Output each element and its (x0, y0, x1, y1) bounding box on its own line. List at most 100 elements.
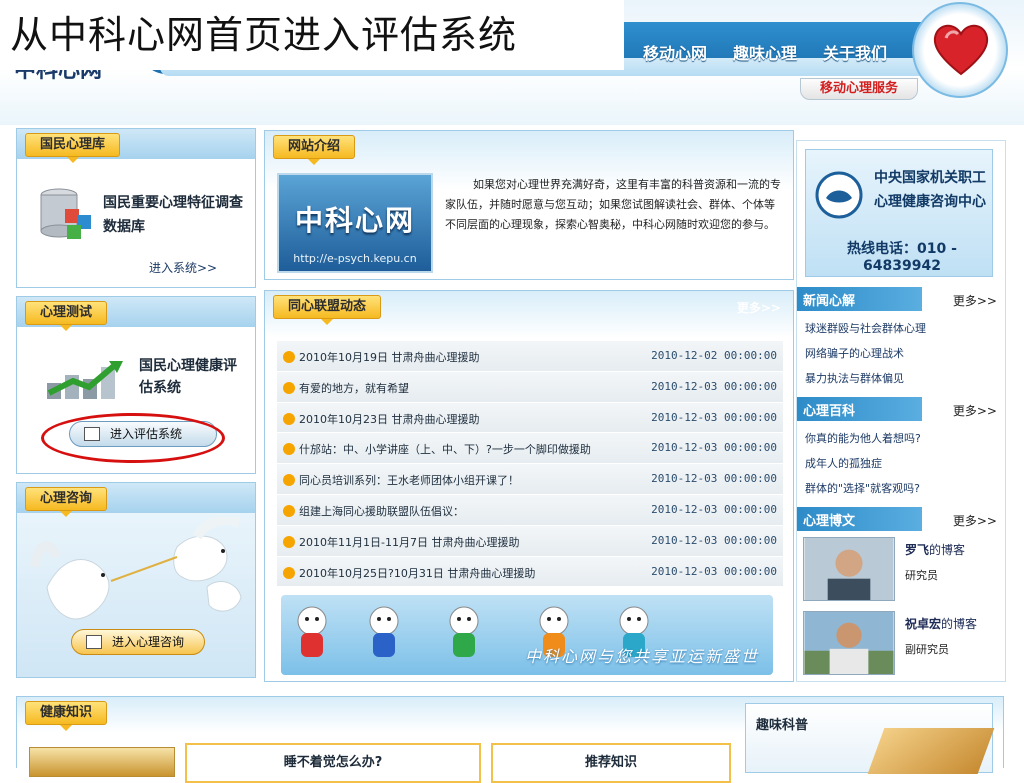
news-title[interactable]: 2010年10月23日 甘肃舟曲心理援助 (299, 411, 479, 427)
alliance-news-panel: 同心联盟动态 更多>> 2010年10月19日 甘肃舟曲心理援助 2010-12-… (264, 290, 794, 682)
banner-slogan: 中科心网与您共享亚运新盛世 (524, 647, 759, 666)
news-title[interactable]: 2010年10月25日?10月31日 甘肃舟曲心理援助 (299, 565, 535, 581)
emblem-icon (815, 171, 863, 219)
news-row[interactable]: 2010年10月19日 甘肃舟曲心理援助 2010-12-02 00:00:00 (277, 341, 783, 372)
bullet-icon (283, 474, 295, 487)
blogger-suffix: 的博客 (941, 617, 978, 631)
intro-text: 如果您对心理世界充满好奇，这里有丰富的科普资源和一流的专家队伍，并随时愿意与您互… (445, 178, 781, 231)
enter-system-link[interactable]: 进入系统>> (149, 259, 217, 276)
enter-consult-label: 进入心理咨询 (112, 635, 185, 649)
panel-tab-health-knowledge[interactable]: 健康知识 (25, 701, 108, 731)
news-title[interactable]: 2010年11月1日-11月7日 甘肃舟曲心理援助 (299, 534, 519, 550)
list-item[interactable]: 群体的"选择"就客观吗? (805, 476, 1001, 501)
section-title[interactable]: 心理博文 (803, 510, 855, 529)
nav-fun-psych[interactable]: 趣味心理 (720, 34, 810, 70)
blogger-photo[interactable] (803, 537, 895, 601)
section-title[interactable]: 心理百科 (803, 400, 855, 419)
site-header: 中科心网 从中科心网首页进入评估系统 移动心网 趣味心理 关于我们 移动心理服务 (0, 0, 1024, 125)
panel-tab-psych-test[interactable]: 心理测试 (25, 301, 108, 331)
panel-header: 国民心理库 (17, 129, 255, 163)
news-row[interactable]: 有爱的地方，就有希望 2010-12-03 00:00:00 (277, 371, 783, 403)
blogger-name-text: 罗飞 (905, 543, 930, 557)
right-sidebar: 中央国家机关职工心理健康咨询中心 热线电话：010 - 64839942 新闻心… (796, 140, 1006, 682)
growth-chart-icon (47, 361, 123, 399)
list-item[interactable]: 你真的能为他人着想吗? (805, 426, 1001, 451)
knowledge-card[interactable]: 推荐知识 (491, 743, 731, 783)
news-analysis-list: 球迷群殴与社会群体心理 网络骗子的心理战术 暴力执法与群体偏见 (805, 316, 1001, 391)
knowledge-card[interactable]: 睡不着觉怎么办? (185, 743, 481, 783)
test-system-title: 国民心理健康评估系统 (139, 358, 237, 396)
list-item[interactable]: 球迷群殴与社会群体心理 (805, 316, 1001, 341)
blogger-photo[interactable] (803, 611, 895, 675)
news-row[interactable]: 2010年10月23日 甘肃舟曲心理援助 2010-12-03 00:00:00 (277, 402, 783, 434)
list-item[interactable]: 暴力执法与群体偏见 (805, 366, 1001, 391)
news-row[interactable]: 什邡站：中、小学讲座（上、中、下）?一步一个脚印做援助 2010-12-03 00… (277, 433, 783, 465)
section-header-wiki: 心理百科 更多>> (797, 397, 1005, 421)
psych-wiki-list: 你真的能为他人着想吗? 成年人的孤独症 群体的"选择"就客观吗? (805, 426, 1001, 501)
list-item[interactable]: 网络骗子的心理战术 (805, 341, 1001, 366)
nav-about-us[interactable]: 关于我们 (810, 34, 900, 70)
news-date: 2010-12-03 00:00:00 (651, 502, 777, 516)
panel-tab-site-intro[interactable]: 网站介绍 (273, 135, 356, 165)
card-title[interactable]: 睡不着觉怎么办? (187, 751, 479, 770)
psych-db-panel: 国民心理库 国民重要心理特征调查数据库 进入系统>> (16, 128, 256, 288)
news-date: 2010-12-03 00:00:00 (651, 533, 777, 547)
panel-header: 心理测试 (17, 297, 255, 331)
blogger-card[interactable]: 罗飞的博客 研究员 (803, 537, 999, 603)
doves-illustration (30, 517, 242, 620)
section-more-link[interactable]: 更多>> (953, 292, 997, 309)
bullet-icon (283, 351, 295, 363)
news-title[interactable]: 有爱的地方，就有希望 (299, 380, 409, 396)
blogger-card[interactable]: 祝卓宏的博客 副研究员 (803, 611, 999, 677)
nav-mobile-psych[interactable]: 移动心网 (630, 34, 720, 70)
news-title[interactable]: 什邡站：中、小学讲座（上、中、下）?一步一个脚印做援助 (299, 441, 591, 457)
slide-title: 从中科心网首页进入评估系统 (0, 0, 624, 70)
db-title: 国民重要心理特征调查数据库 (103, 195, 243, 235)
knowledge-thumbnail[interactable] (29, 747, 175, 777)
mascot-figure (369, 606, 399, 657)
database-icon (40, 188, 91, 239)
psych-consult-panel: 心理咨询 进入心理咨询 (16, 482, 256, 678)
list-item[interactable]: 成年人的孤独症 (805, 451, 1001, 476)
asian-games-banner[interactable]: 中科心网与您共享亚运新盛世 (281, 595, 773, 675)
card-title[interactable]: 推荐知识 (493, 751, 729, 770)
fun-science-box[interactable]: 趣味科普 (745, 703, 995, 774)
panel-tab-psych-consult[interactable]: 心理咨询 (25, 487, 108, 517)
panel-tab-psych-db[interactable]: 国民心理库 (25, 133, 121, 163)
consult-center-name: 中央国家机关职工心理健康咨询中心 (874, 170, 986, 210)
news-date: 2010-12-03 00:00:00 (651, 564, 777, 578)
blogger-suffix: 的博客 (929, 543, 966, 557)
news-title[interactable]: 同心员培训系列：王水老师团体小组开课了！ (299, 472, 519, 488)
section-header-blog: 心理博文 更多>> (797, 507, 1005, 531)
section-more-link[interactable]: 更多>> (953, 402, 997, 419)
blogger-name[interactable]: 罗飞的博客 (905, 541, 965, 558)
blogger-name[interactable]: 祝卓宏的博客 (905, 615, 977, 632)
news-date: 2010-12-03 00:00:00 (651, 410, 777, 424)
news-row[interactable]: 同心员培训系列：王水老师团体小组开课了！ 2010-12-03 00:00:00 (277, 464, 783, 495)
mobile-service-tab[interactable]: 移动心理服务 (800, 78, 918, 100)
bullet-icon (283, 504, 295, 517)
news-list: 2010年10月19日 甘肃舟曲心理援助 2010-12-02 00:00:00 … (277, 341, 783, 588)
mascot-figure (449, 606, 479, 657)
panel-tab-alliance-news[interactable]: 同心联盟动态 (273, 295, 382, 325)
bullet-icon (283, 566, 295, 579)
section-more-link[interactable]: 更多>> (953, 512, 997, 529)
panel-header: 心理咨询 (17, 483, 255, 517)
site-intro-panel: 网站介绍 中科心网 http://e-psych.kepu.cn 如果您对心理世… (264, 130, 794, 280)
news-row[interactable]: 2010年11月1日-11月7日 甘肃舟曲心理援助 2010-12-03 00:0… (277, 525, 783, 557)
heart-badge (912, 2, 1008, 98)
news-row[interactable]: 组建上海同心援助联盟队伍倡议： 2010-12-03 00:00:00 (277, 494, 783, 526)
heart-icon (933, 24, 989, 76)
news-title[interactable]: 2010年10月19日 甘肃舟曲心理援助 (299, 349, 479, 365)
news-row[interactable]: 2010年10月25日?10月31日 甘肃舟曲心理援助 2010-12-03 00… (277, 556, 783, 588)
site-banner[interactable]: 中科心网 http://e-psych.kepu.cn (277, 173, 433, 273)
banner-title: 中科心网 (294, 204, 415, 237)
news-more-link[interactable]: 更多>> (737, 299, 781, 316)
enter-consult-button[interactable]: 进入心理咨询 (71, 629, 205, 655)
news-title[interactable]: 组建上海同心援助联盟队伍倡议： (299, 503, 464, 519)
consult-center-ad[interactable]: 中央国家机关职工心理健康咨询中心 热线电话：010 - 64839942 (805, 149, 993, 277)
section-header-news: 新闻心解 更多>> (797, 287, 1005, 311)
blogger-role: 研究员 (905, 569, 938, 582)
mascot-figure (297, 606, 327, 657)
section-title[interactable]: 新闻心解 (803, 290, 855, 309)
